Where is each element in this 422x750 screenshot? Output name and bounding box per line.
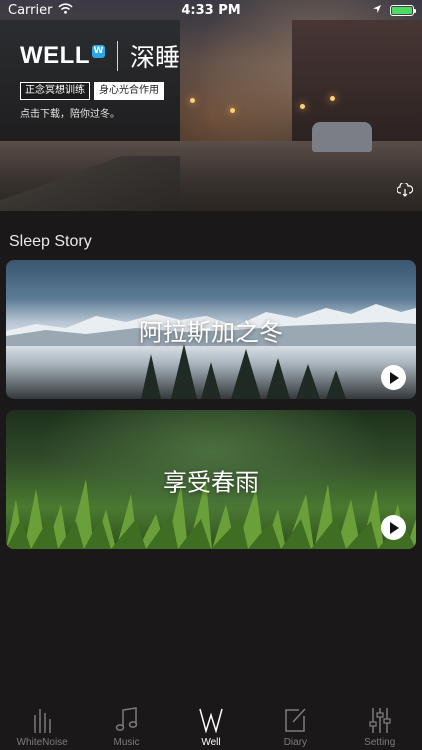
tab-setting[interactable]: Setting [338,705,422,750]
tab-music[interactable]: Music [85,705,169,750]
story-title: 享受春雨 [163,468,259,496]
story-title: 阿拉斯加之冬 [139,318,283,346]
story-card-alaska[interactable]: 阿拉斯加之冬 [6,260,416,399]
street-light [190,98,195,103]
battery-icon [390,4,416,16]
tab-label: WhiteNoise [16,737,68,748]
cloud-download-icon[interactable] [396,181,414,201]
diary-icon [283,705,307,735]
location-arrow-icon [372,3,382,18]
street-light [230,108,235,113]
sliders-icon [368,705,392,735]
street-light [300,104,305,109]
tab-label: Setting [364,737,396,748]
hero-note: 点击下载，陪你过冬。 [20,109,120,120]
street-light [330,96,335,101]
pine-trees-illustration [141,344,346,399]
tab-label: Diary [283,737,308,748]
logo-text: WELL [20,42,90,69]
music-note-icon [115,705,139,735]
hero-banner[interactable]: WELL W 深睡 正念冥想训练 身心光合作用 点击下载，陪你过冬。 [0,0,422,211]
hero-tags: 正念冥想训练 身心光合作用 [20,82,164,100]
tab-label: Music [113,737,140,748]
tab-whitenoise[interactable]: WhiteNoise [0,705,84,750]
section-title: Sleep Story [9,233,92,250]
play-icon[interactable] [381,365,406,390]
logo-divider [116,41,118,71]
carrier-label: Carrier [8,2,53,18]
hero-title: 深睡 [129,43,180,72]
wifi-icon [58,2,74,18]
hero-tag: 身心光合作用 [94,82,164,100]
well-icon [199,705,223,735]
hero-curb [0,156,180,211]
hero-car [312,122,372,152]
hero-tag: 正念冥想训练 [20,82,90,100]
status-time: 4:33 PM [181,2,241,18]
logo-badge: W [91,44,105,58]
tab-bar: WhiteNoise Music Well Diary Setting [0,700,422,750]
tab-label: Well [201,737,221,748]
tab-diary[interactable]: Diary [253,705,337,750]
well-logo: WELL W 深睡 [20,38,180,74]
play-icon[interactable] [381,515,406,540]
story-card-spring-rain[interactable]: 享受春雨 [6,410,416,549]
tab-well[interactable]: Well [169,705,253,750]
status-bar: Carrier 4:33 PM [0,0,422,20]
whitenoise-icon [31,705,53,735]
